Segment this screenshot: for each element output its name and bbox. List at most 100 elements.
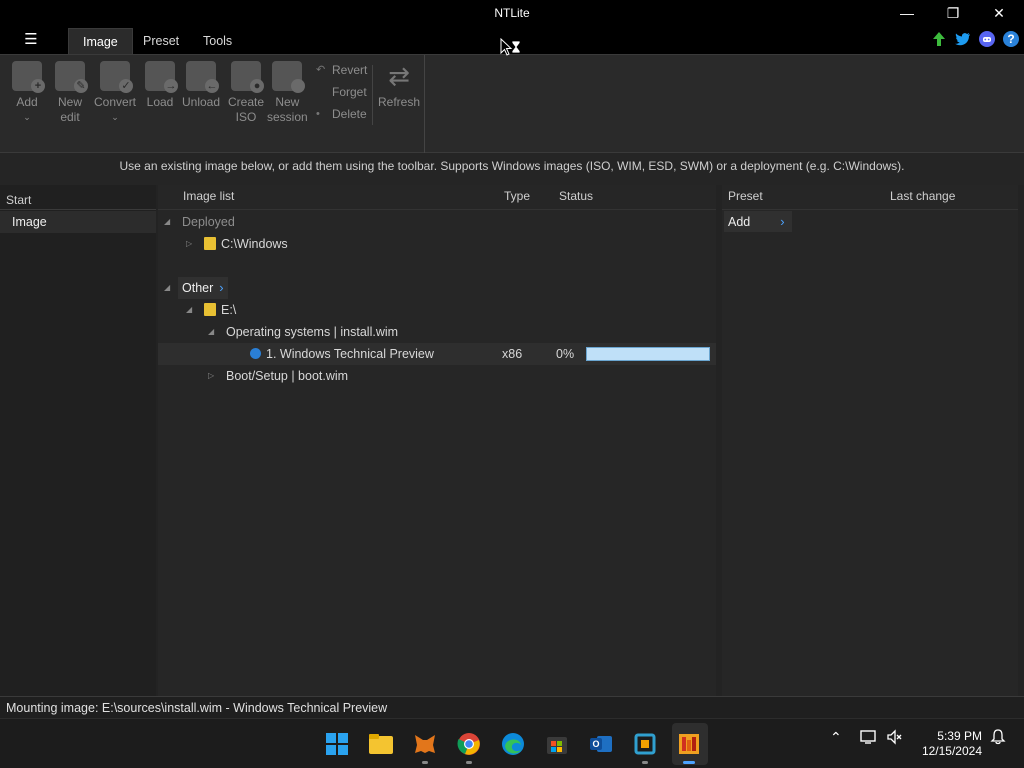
- running-indicator: [642, 761, 648, 764]
- divider: [722, 209, 1018, 210]
- info-text: Use an existing image below, or add them…: [119, 159, 905, 173]
- forget-icon: [316, 86, 328, 98]
- unload-button[interactable]: ← Unload: [182, 61, 220, 110]
- running-indicator: [422, 761, 428, 764]
- refresh-button[interactable]: ⇄ Refresh: [378, 61, 420, 109]
- item-content: C:\Windows: [204, 233, 288, 255]
- list-item-boot-setup[interactable]: ▷ Boot/Setup | boot.wim: [158, 365, 716, 387]
- new-session-button[interactable]: New session: [267, 61, 308, 125]
- unload-label: Unload: [182, 95, 221, 109]
- minimize-button[interactable]: —: [884, 0, 930, 26]
- forget-button[interactable]: Forget: [316, 85, 367, 99]
- expand-icon[interactable]: ▷: [208, 365, 214, 387]
- item-label: E:\: [221, 303, 237, 317]
- delete-button[interactable]: • Delete: [316, 107, 367, 121]
- nav-item-image[interactable]: Image: [0, 211, 156, 233]
- taskbar: O ⌃ 5:39 PM 12/15/2024: [0, 718, 1024, 768]
- list-item-c-windows[interactable]: ▷ C:\Windows: [158, 233, 716, 255]
- outlook-icon[interactable]: O: [588, 731, 614, 757]
- group-deployed[interactable]: ◢ Deployed: [158, 211, 716, 233]
- title-bar: NTLite — ❐ ✕: [0, 0, 1024, 26]
- file-explorer-icon[interactable]: [368, 731, 394, 757]
- list-item-edition[interactable]: 1. Windows Technical Preview x86 0%: [158, 343, 716, 365]
- column-header-type[interactable]: Type: [504, 189, 530, 203]
- folder-icon: [204, 303, 216, 316]
- disk-edit-icon: ✎: [55, 61, 88, 93]
- column-header-image-list[interactable]: Image list: [183, 189, 234, 203]
- collapse-icon[interactable]: ◢: [186, 299, 192, 321]
- column-header-last-change[interactable]: Last change: [890, 189, 955, 203]
- close-button[interactable]: ✕: [976, 0, 1022, 26]
- clock-date: 12/15/2024: [921, 744, 982, 758]
- create-iso-button[interactable]: ● Create ISO: [228, 61, 264, 125]
- menu-icon[interactable]: ☰: [22, 32, 40, 48]
- revert-label: Revert: [332, 63, 368, 77]
- disk-unload-icon: ←: [186, 61, 220, 93]
- show-hidden-icons[interactable]: ⌃: [830, 729, 842, 746]
- item-label: C:\Windows: [221, 237, 288, 251]
- running-indicator: [466, 761, 472, 764]
- group-other[interactable]: ◢ Other ›: [158, 277, 716, 299]
- divider: [0, 209, 156, 210]
- add-button[interactable]: + Add ⌄: [12, 61, 45, 125]
- revert-icon: ↶: [316, 64, 326, 76]
- tab-preset[interactable]: Preset: [129, 28, 193, 54]
- help-icon[interactable]: ?: [1002, 30, 1020, 48]
- start-pane: Start Image: [0, 185, 156, 696]
- group-label: Deployed: [182, 215, 235, 229]
- disk-convert-icon: ✓: [100, 61, 134, 93]
- divider: [158, 209, 716, 210]
- list-item-operating-systems[interactable]: ◢ Operating systems | install.wim: [158, 321, 716, 343]
- ribbon-toolbar: + Add ⌄ ✎ New edit ✓ Convert ⌄ → Load ← U…: [0, 54, 1024, 153]
- virtualbox-icon[interactable]: [632, 731, 658, 757]
- load-button[interactable]: → Load: [145, 61, 178, 110]
- chrome-icon[interactable]: [456, 731, 482, 757]
- maximize-button[interactable]: ❐: [930, 0, 976, 26]
- volume-muted-icon[interactable]: [886, 729, 904, 748]
- edge-icon[interactable]: [500, 731, 526, 757]
- ribbon-group-divider: [424, 55, 425, 153]
- disk-load-icon: →: [145, 61, 178, 93]
- other-group-button[interactable]: Other ›: [178, 277, 228, 299]
- disk-add-icon: +: [12, 61, 45, 93]
- expand-icon[interactable]: ▷: [186, 233, 192, 255]
- svg-text:O: O: [592, 739, 599, 749]
- convert-button[interactable]: ✓ Convert ⌄: [94, 61, 136, 125]
- clock-time: 5:39 PM: [937, 729, 982, 743]
- tab-tools[interactable]: Tools: [189, 28, 246, 54]
- column-header-status[interactable]: Status: [559, 189, 593, 203]
- clock[interactable]: 5:39 PM 12/15/2024: [914, 729, 982, 759]
- main-content: Start Image Image list Type Status ◢ Dep…: [0, 185, 1024, 696]
- microsoft-store-icon[interactable]: [544, 731, 570, 757]
- new-session-label: New session: [267, 95, 308, 124]
- status-text: Mounting image: E:\sources\install.wim -…: [6, 701, 388, 715]
- column-header-preset[interactable]: Preset: [728, 189, 763, 203]
- new-edit-button[interactable]: ✎ New edit: [55, 61, 88, 125]
- collapse-icon[interactable]: ◢: [164, 211, 170, 233]
- new-edit-label: New edit: [57, 95, 82, 124]
- image-list-pane: Image list Type Status ◢ Deployed ▷ C:\W…: [158, 185, 716, 696]
- busy-cursor-icon: [500, 37, 524, 58]
- revert-button[interactable]: ↶ Revert: [316, 63, 367, 77]
- add-preset-label: Add: [728, 215, 751, 229]
- item-content: 1. Windows Technical Preview: [250, 343, 434, 365]
- start-header: Start: [6, 193, 32, 207]
- notification-bell-icon[interactable]: [990, 729, 1006, 748]
- collapse-icon[interactable]: ◢: [164, 277, 170, 299]
- twitter-icon[interactable]: [954, 30, 972, 48]
- svg-text:?: ?: [1007, 32, 1014, 46]
- start-icon[interactable]: [324, 731, 350, 757]
- chevron-right-icon: ›: [780, 214, 785, 229]
- collapse-icon[interactable]: ◢: [208, 321, 214, 343]
- add-preset-button[interactable]: Add ›: [724, 211, 792, 232]
- tab-image[interactable]: Image: [68, 28, 133, 54]
- list-item-drive-e[interactable]: ◢ E:\: [158, 299, 716, 321]
- chevron-down-icon: ⌄: [23, 112, 31, 122]
- metamask-icon[interactable]: [412, 731, 438, 757]
- network-icon[interactable]: [860, 729, 878, 748]
- update-arrow-icon[interactable]: [930, 30, 948, 48]
- ribbon-separator: [372, 65, 373, 125]
- discord-icon[interactable]: [978, 30, 996, 48]
- folder-icon: [204, 237, 216, 250]
- ntlite-icon[interactable]: [676, 731, 702, 757]
